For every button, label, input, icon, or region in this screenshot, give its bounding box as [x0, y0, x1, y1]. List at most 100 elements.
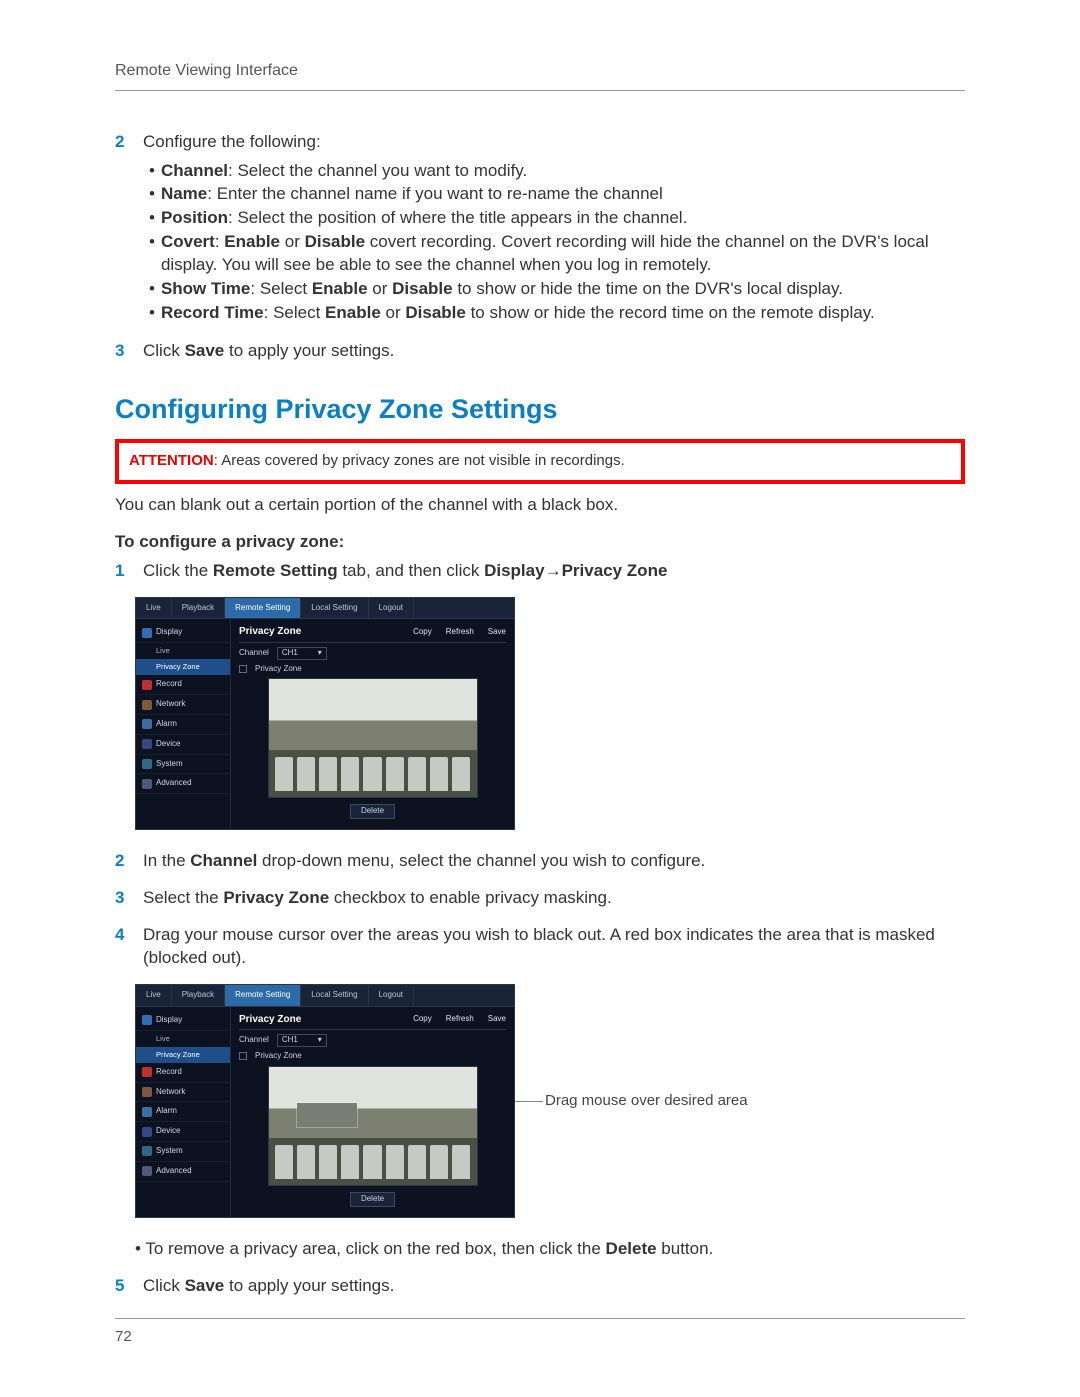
- attention-label: ATTENTION: [129, 452, 214, 469]
- sidebar-item[interactable]: Network: [136, 1083, 230, 1103]
- sidebar-sub-item[interactable]: Live: [136, 643, 230, 659]
- delete-label: Delete: [606, 1239, 657, 1258]
- chevron-down-icon: ▾: [318, 648, 322, 659]
- panel-button[interactable]: Copy: [413, 1014, 432, 1025]
- sidebar-item[interactable]: Alarm: [136, 1102, 230, 1122]
- dvr-tab[interactable]: Playback: [172, 598, 225, 619]
- chevron-down-icon: ▾: [318, 1035, 322, 1046]
- privacy-zone-label: Privacy Zone: [562, 561, 668, 580]
- dvr-tab[interactable]: Live: [136, 985, 172, 1006]
- text: to apply your settings.: [224, 341, 394, 360]
- sidebar-item[interactable]: Advanced: [136, 1162, 230, 1182]
- dvr-tab[interactable]: Playback: [172, 985, 225, 1006]
- dvr-tab[interactable]: Local Setting: [301, 598, 368, 619]
- dvr-tab[interactable]: Live: [136, 598, 172, 619]
- page-header: Remote Viewing Interface: [115, 60, 965, 91]
- channel-select[interactable]: CH1▾: [277, 647, 327, 660]
- privacy-intro: You can blank out a certain portion of t…: [115, 494, 965, 517]
- bullet: •: [135, 1239, 145, 1258]
- bullet-dot: •: [149, 302, 155, 325]
- sidebar-label: Device: [156, 739, 180, 750]
- dvr-tab[interactable]: Remote Setting: [225, 985, 301, 1006]
- panel-button[interactable]: Refresh: [446, 627, 474, 638]
- sidebar-label: Advanced: [156, 778, 192, 789]
- dvr-tab[interactable]: Logout: [369, 985, 414, 1006]
- page-number: 72: [115, 1318, 965, 1347]
- sidebar-item[interactable]: Record: [136, 675, 230, 695]
- bullet-dot: •: [149, 231, 155, 277]
- sidebar-icon: [142, 700, 152, 710]
- callout-text: Drag mouse over desired area: [545, 1091, 748, 1111]
- sidebar-label: Record: [156, 1067, 182, 1078]
- text: drop-down menu, select the channel you w…: [257, 851, 705, 870]
- sidebar-label: System: [156, 759, 183, 770]
- text: checkbox to enable privacy masking.: [329, 888, 612, 907]
- text: In the: [143, 851, 190, 870]
- sidebar-icon: [142, 1166, 152, 1176]
- attention-text: Areas covered by privacy zones are not v…: [221, 452, 625, 469]
- dvr-topbar: LivePlaybackRemote SettingLocal SettingL…: [136, 985, 514, 1007]
- attention-box: ATTENTION: Areas covered by privacy zone…: [115, 439, 965, 483]
- panel-button[interactable]: Copy: [413, 627, 432, 638]
- delete-button[interactable]: Delete: [350, 804, 395, 819]
- sidebar-item[interactable]: Device: [136, 1122, 230, 1142]
- panel-button[interactable]: Save: [488, 1014, 506, 1025]
- bullet-body: Show Time: Select Enable or Disable to s…: [161, 278, 843, 301]
- step-number: 3: [115, 887, 133, 910]
- panel-button[interactable]: Refresh: [446, 1014, 474, 1025]
- sidebar-icon: [142, 1015, 152, 1025]
- video-preview[interactable]: [268, 678, 478, 798]
- privacy-zone-checkbox[interactable]: [239, 1052, 247, 1060]
- sidebar-sub-item[interactable]: Privacy Zone: [136, 1047, 230, 1063]
- delete-button[interactable]: Delete: [350, 1192, 395, 1207]
- channel-label: Channel: [239, 648, 269, 659]
- sidebar-label: Display: [156, 1015, 182, 1026]
- arrow: →: [545, 561, 562, 580]
- sidebar-item[interactable]: Alarm: [136, 715, 230, 735]
- step-2: 2 Configure the following: • Channel: Se…: [115, 131, 965, 327]
- bullet-item: • Show Time: Select Enable or Disable to…: [149, 278, 965, 301]
- panel-title: Privacy Zone: [239, 1013, 301, 1027]
- bullet-body: Covert: Enable or Disable covert recordi…: [161, 231, 965, 277]
- text: Click: [143, 341, 185, 360]
- dvr-topbar: LivePlaybackRemote SettingLocal SettingL…: [136, 598, 514, 620]
- sidebar-item[interactable]: Display: [136, 1011, 230, 1031]
- dvr-tab[interactable]: Local Setting: [301, 985, 368, 1006]
- sidebar-item[interactable]: Record: [136, 1063, 230, 1083]
- bullet-dot: •: [149, 207, 155, 230]
- sidebar-item[interactable]: System: [136, 1142, 230, 1162]
- sidebar-icon: [142, 739, 152, 749]
- video-preview[interactable]: [268, 1066, 478, 1186]
- sidebar-icon: [142, 719, 152, 729]
- panel-button[interactable]: Save: [488, 627, 506, 638]
- sidebar-sub-item[interactable]: Live: [136, 1031, 230, 1047]
- dvr-tab[interactable]: Logout: [369, 598, 414, 619]
- step-number: 5: [115, 1275, 133, 1298]
- sidebar-label: Record: [156, 679, 182, 690]
- display-label: Display: [484, 561, 544, 580]
- mask-box[interactable]: [297, 1103, 357, 1127]
- bullet-body: Position: Select the position of where t…: [161, 207, 687, 230]
- sidebar-item[interactable]: Display: [136, 623, 230, 643]
- bullet-body: Channel: Select the channel you want to …: [161, 160, 527, 183]
- dvr-sidebar: Display LivePrivacy Zone Record NetworkAlar…: [136, 619, 231, 829]
- bullet-body: Record Time: Select Enable or Disable to…: [161, 302, 875, 325]
- sidebar-item[interactable]: Network: [136, 695, 230, 715]
- sidebar-icon: [142, 628, 152, 638]
- dvr-tab[interactable]: Remote Setting: [225, 598, 301, 619]
- bullet-dot: •: [149, 278, 155, 301]
- privacy-zone-checkbox[interactable]: [239, 665, 247, 673]
- text: Click the: [143, 561, 213, 580]
- sidebar-item[interactable]: Device: [136, 735, 230, 755]
- text: button.: [657, 1239, 714, 1258]
- step-3: 3 Click Save to apply your settings.: [115, 340, 965, 363]
- sidebar-label: Display: [156, 627, 182, 638]
- channel-select[interactable]: CH1▾: [277, 1034, 327, 1047]
- privacy-step-4: 4 Drag your mouse cursor over the areas …: [115, 924, 965, 970]
- sidebar-item[interactable]: Advanced: [136, 774, 230, 794]
- sidebar-item[interactable]: System: [136, 755, 230, 775]
- sidebar-sub-item[interactable]: Privacy Zone: [136, 659, 230, 675]
- dvr-main: Privacy ZoneCopyRefreshSaveChannelCH1▾Pr…: [231, 1007, 514, 1217]
- dvr-screenshot-2: LivePlaybackRemote SettingLocal SettingL…: [135, 984, 965, 1218]
- bullet-item: • Record Time: Select Enable or Disable …: [149, 302, 965, 325]
